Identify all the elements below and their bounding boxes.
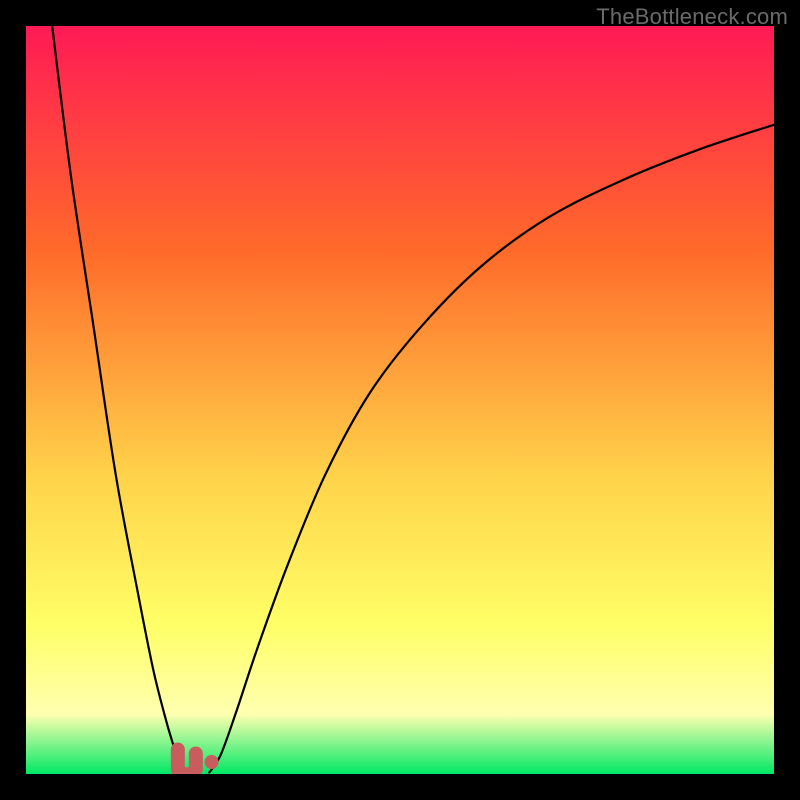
thick-u-marker — [178, 750, 196, 774]
dot-marker — [205, 755, 219, 769]
chart-curves — [26, 26, 774, 774]
watermark-text: TheBottleneck.com — [596, 4, 788, 30]
plot-area — [26, 26, 774, 774]
chart-frame: TheBottleneck.com — [0, 0, 800, 800]
left-branch-path — [52, 26, 188, 773]
right-branch-path — [209, 125, 774, 773]
